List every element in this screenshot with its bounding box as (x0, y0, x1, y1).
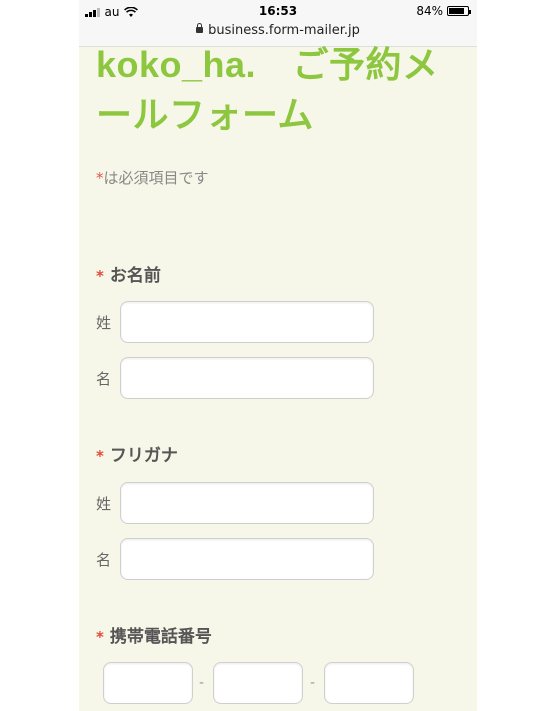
required-mark: * (96, 628, 104, 646)
required-note-text: は必須項目です (103, 169, 209, 187)
phone-part-1-input[interactable] (103, 662, 193, 704)
battery-percent: 84% (416, 4, 443, 18)
required-mark: * (96, 267, 104, 285)
name-last-label: 姓 (96, 314, 112, 332)
furigana-label: フリガナ (109, 446, 178, 466)
name-first-label: 名 (96, 370, 112, 388)
lock-icon (196, 23, 204, 33)
furigana-first-label: 名 (96, 551, 112, 569)
url-text: business.form-mailer.jp (208, 23, 360, 38)
name-section-label: * お名前 (96, 261, 161, 286)
battery-icon (447, 6, 471, 16)
phone-part-2-input[interactable] (213, 662, 303, 704)
name-label: お名前 (109, 266, 161, 286)
phone-label: 携帯電話番号 (109, 627, 212, 647)
furigana-first-input[interactable] (120, 538, 374, 580)
furigana-last-label: 姓 (96, 495, 112, 513)
required-mark: * (96, 447, 104, 465)
furigana-section-label: * フリガナ (96, 441, 178, 466)
required-mark: * (96, 169, 104, 187)
phone-separator: - (310, 675, 316, 691)
battery-status: 84% (416, 4, 471, 18)
address-bar[interactable]: business.form-mailer.jp (79, 23, 477, 38)
furigana-last-input[interactable] (120, 482, 374, 524)
browser-viewport: au 16:53 84% business.form-mailer.jp kok… (79, 0, 477, 711)
phone-separator: - (199, 675, 205, 691)
page-title: koko_ha. ご予約メールフォーム (96, 44, 439, 135)
name-last-input[interactable] (120, 301, 374, 343)
required-note: *は必須項目です (96, 167, 209, 188)
phone-part-3-input[interactable] (324, 662, 414, 704)
phone-section-label: * 携帯電話番号 (96, 622, 212, 647)
name-first-input[interactable] (120, 357, 374, 399)
